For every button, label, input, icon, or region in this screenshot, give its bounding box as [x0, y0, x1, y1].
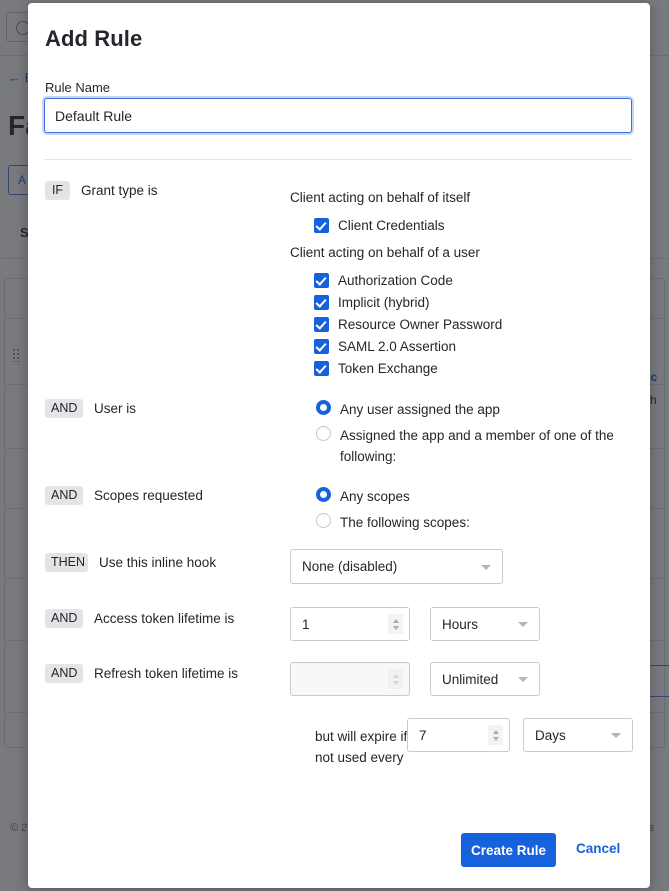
- condition-badge-then: THEN: [45, 553, 88, 572]
- condition-badge-and-refresh-token: AND: [45, 664, 83, 683]
- radio-any-user-assigned[interactable]: Any user assigned the app: [316, 399, 500, 420]
- condition-badge-if: IF: [45, 181, 70, 200]
- rule-name-input[interactable]: [44, 98, 632, 133]
- checkbox-resource-owner-password[interactable]: Resource Owner Password: [314, 317, 502, 332]
- radio-label: Any scopes: [340, 486, 410, 507]
- checkbox-client-credentials[interactable]: Client Credentials: [314, 218, 445, 233]
- create-rule-button[interactable]: Create Rule: [461, 833, 556, 867]
- checkbox-label: Resource Owner Password: [338, 317, 502, 332]
- checkbox-checked-icon: [314, 295, 329, 310]
- number-stepper-icon[interactable]: [488, 725, 503, 745]
- checkbox-authorization-code[interactable]: Authorization Code: [314, 273, 453, 288]
- rule-name-label: Rule Name: [45, 80, 110, 95]
- radio-label: Any user assigned the app: [340, 399, 500, 420]
- condition-label-refresh-token: Refresh token lifetime is: [94, 666, 238, 681]
- cancel-button[interactable]: Cancel: [576, 841, 620, 856]
- refresh-token-unit-value: Unlimited: [442, 672, 498, 687]
- radio-assigned-and-member[interactable]: Assigned the app and a member of one of …: [316, 425, 615, 467]
- access-token-amount-value: 1: [302, 617, 310, 632]
- checkbox-checked-icon: [314, 317, 329, 332]
- access-token-unit-value: Hours: [442, 617, 478, 632]
- condition-label-grant-type: Grant type is: [81, 183, 158, 198]
- checkbox-checked-icon: [314, 339, 329, 354]
- radio-following-scopes[interactable]: The following scopes:: [316, 512, 470, 533]
- chevron-down-icon: [481, 565, 491, 570]
- checkbox-checked-icon: [314, 361, 329, 376]
- checkbox-checked-icon: [314, 218, 329, 233]
- inline-hook-select[interactable]: None (disabled): [290, 549, 503, 584]
- expire-if-amount-input[interactable]: 7: [407, 718, 510, 752]
- expire-if-amount-value: 7: [419, 728, 427, 743]
- condition-badge-and-access-token: AND: [45, 609, 83, 628]
- condition-label-user-is: User is: [94, 401, 136, 416]
- checkbox-token-exchange[interactable]: Token Exchange: [314, 361, 438, 376]
- radio-unselected-icon: [316, 426, 331, 441]
- condition-label-scopes: Scopes requested: [94, 488, 203, 503]
- radio-selected-icon: [316, 487, 331, 502]
- checkbox-saml-assertion[interactable]: SAML 2.0 Assertion: [314, 339, 456, 354]
- checkbox-implicit-hybrid[interactable]: Implicit (hybrid): [314, 295, 430, 310]
- chevron-down-icon: [518, 677, 528, 682]
- grant-type-group-user-title: Client acting on behalf of a user: [290, 245, 480, 260]
- dialog-title: Add Rule: [45, 26, 142, 52]
- add-rule-dialog: Add Rule Rule Name IF Grant type is Clie…: [28, 3, 650, 888]
- condition-badge-and-user: AND: [45, 399, 83, 418]
- condition-label-access-token: Access token lifetime is: [94, 611, 234, 626]
- access-token-unit-select[interactable]: Hours: [430, 607, 540, 641]
- checkbox-label: SAML 2.0 Assertion: [338, 339, 456, 354]
- checkbox-label: Implicit (hybrid): [338, 295, 430, 310]
- radio-unselected-icon: [316, 513, 331, 528]
- number-stepper-icon[interactable]: [388, 614, 403, 634]
- grant-type-group-self-title: Client acting on behalf of itself: [290, 190, 470, 205]
- checkbox-label: Token Exchange: [338, 361, 438, 376]
- access-token-amount-input[interactable]: 1: [290, 607, 410, 641]
- refresh-token-unit-select[interactable]: Unlimited: [430, 662, 540, 696]
- radio-label: Assigned the app and a member of one of …: [340, 425, 615, 467]
- checkbox-label: Client Credentials: [338, 218, 445, 233]
- checkbox-label: Authorization Code: [338, 273, 453, 288]
- condition-badge-and-scopes: AND: [45, 486, 83, 505]
- radio-label: The following scopes:: [340, 512, 470, 533]
- inline-hook-value: None (disabled): [302, 559, 397, 574]
- expire-if-unit-select[interactable]: Days: [523, 718, 633, 752]
- radio-any-scopes[interactable]: Any scopes: [316, 486, 410, 507]
- expire-if-unit-value: Days: [535, 728, 566, 743]
- radio-selected-icon: [316, 400, 331, 415]
- checkbox-checked-icon: [314, 273, 329, 288]
- chevron-down-icon: [518, 622, 528, 627]
- dialog-divider: [44, 159, 632, 160]
- number-stepper-icon: [388, 669, 403, 689]
- refresh-token-amount-input: [290, 662, 410, 696]
- condition-label-inline-hook: Use this inline hook: [99, 555, 216, 570]
- chevron-down-icon: [611, 733, 621, 738]
